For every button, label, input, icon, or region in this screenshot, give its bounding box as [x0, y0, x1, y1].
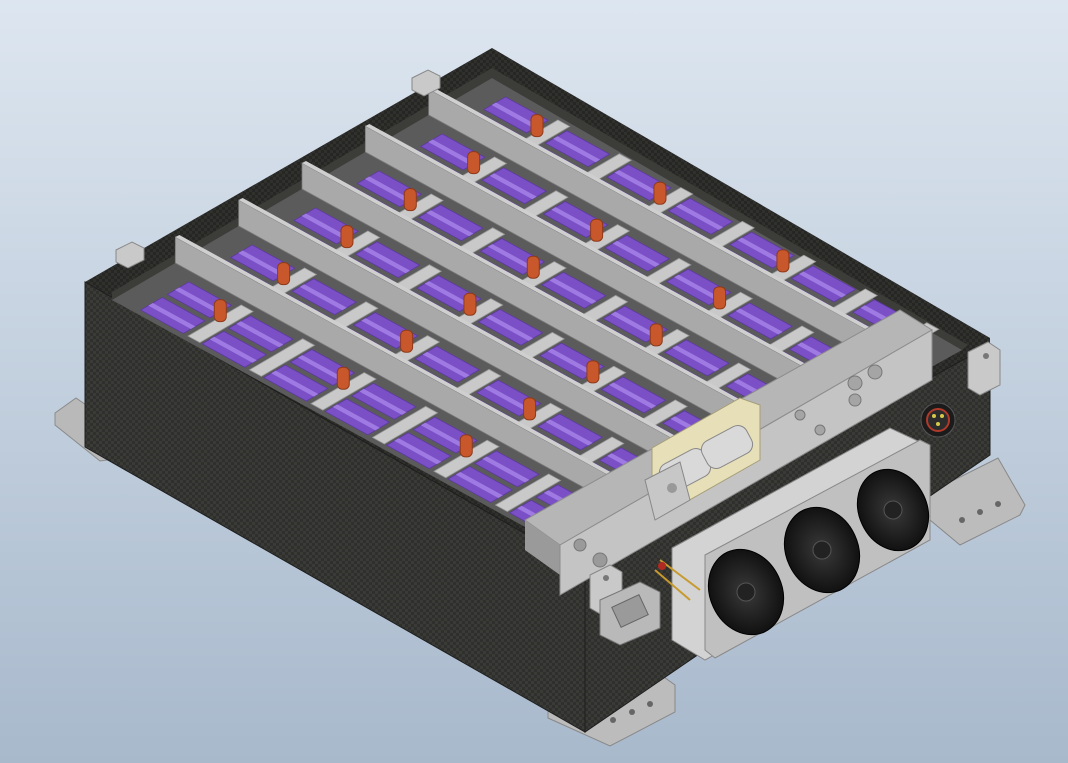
busbar-tab [463, 292, 477, 316]
busbar-tab [523, 397, 537, 421]
busbar-tab [653, 181, 667, 205]
busbar-tab [459, 434, 473, 458]
busbar-tab [213, 299, 227, 323]
busbar-tab [336, 366, 350, 390]
busbar-tab [586, 360, 600, 384]
circular-connector[interactable] [920, 402, 956, 438]
busbar-tab [340, 225, 354, 249]
busbar-tab [277, 262, 291, 286]
busbar-tab [403, 188, 417, 212]
busbar-tab [467, 151, 481, 175]
busbar-tab [526, 255, 540, 279]
viewport-canvas[interactable] [0, 0, 1068, 763]
busbar-tab [530, 114, 544, 138]
busbar-tab [713, 286, 727, 310]
busbar-tab [776, 249, 790, 273]
lifting-lug-right[interactable] [967, 341, 1001, 396]
busbar-tab [400, 329, 414, 353]
busbar-tab [649, 323, 663, 347]
busbar-tab [590, 218, 604, 242]
cad-viewport[interactable] [0, 0, 1068, 763]
